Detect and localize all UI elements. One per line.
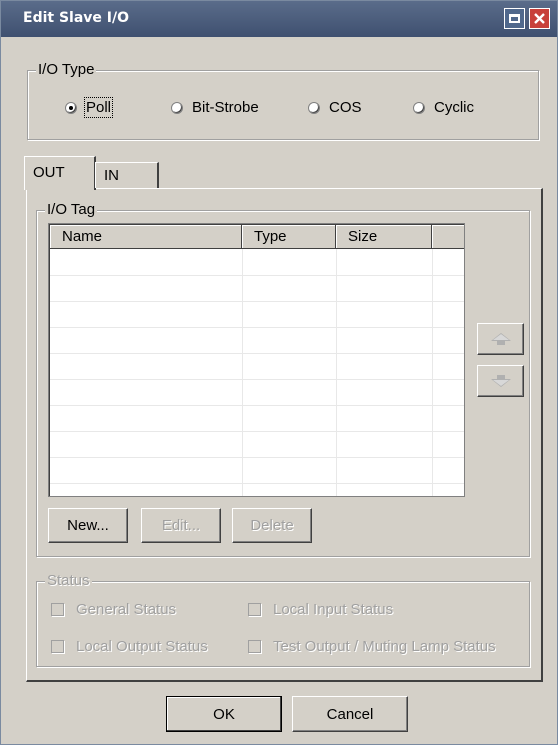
grid-line (50, 483, 464, 484)
title-bar[interactable]: Edit Slave I/O (1, 1, 557, 37)
radio-label: Bit-Strobe (192, 99, 259, 116)
radio-cos[interactable]: COS (308, 99, 362, 116)
status-legend: Status (45, 572, 92, 589)
checkbox-local-output-status[interactable]: Local Output Status (51, 638, 208, 655)
checkbox-test-output-muting-lamp-status[interactable]: Test Output / Muting Lamp Status (248, 638, 496, 655)
radio-indicator (65, 101, 77, 114)
grid-line (50, 327, 464, 328)
cancel-button[interactable]: Cancel (292, 696, 408, 732)
column-header-type[interactable]: Type (242, 225, 336, 249)
grid-line (50, 431, 464, 432)
radio-label: COS (329, 99, 362, 116)
radio-indicator (413, 101, 425, 114)
column-header-filler (432, 225, 464, 249)
edit-button[interactable]: Edit... (141, 508, 221, 543)
radio-poll[interactable]: Poll (65, 97, 114, 118)
move-down-icon (490, 375, 511, 387)
grid-line (50, 275, 464, 276)
new-button[interactable]: New... (48, 508, 128, 543)
column-header-size[interactable]: Size (336, 225, 432, 249)
new-button-label: New... (67, 517, 109, 534)
grid-line (432, 249, 433, 496)
ok-button[interactable]: OK (166, 696, 282, 732)
ok-button-label: OK (213, 705, 235, 723)
close-icon (534, 13, 545, 24)
checkbox-label: Local Output Status (76, 638, 208, 655)
column-header-name[interactable]: Name (50, 225, 242, 249)
tab-label: OUT (33, 164, 65, 181)
move-up-button[interactable] (477, 323, 524, 355)
radio-cyclic[interactable]: Cyclic (413, 99, 474, 116)
close-button[interactable] (529, 8, 550, 29)
delete-button[interactable]: Delete (232, 508, 312, 543)
move-up-icon (490, 333, 511, 345)
checkbox-label: Local Input Status (273, 601, 394, 618)
radio-indicator (171, 101, 183, 114)
checkbox-general-status[interactable]: General Status (51, 601, 176, 618)
maximize-button[interactable] (504, 8, 525, 29)
list-header: Name Type Size (50, 225, 464, 249)
io-tag-list[interactable]: Name Type Size (48, 223, 465, 497)
checkbox-indicator (51, 603, 64, 616)
checkbox-indicator (248, 640, 261, 653)
grid-line (50, 457, 464, 458)
tab-out[interactable]: OUT (24, 156, 96, 190)
radio-label: Poll (83, 97, 114, 118)
checkbox-indicator (51, 640, 64, 653)
window-title: Edit Slave I/O (23, 10, 129, 26)
tab-label: IN (104, 167, 119, 184)
cancel-button-label: Cancel (326, 705, 374, 723)
edit-slave-io-dialog: Edit Slave I/O I/O Type Poll Bit-Strobe … (0, 0, 558, 745)
checkbox-local-input-status[interactable]: Local Input Status (248, 601, 393, 618)
radio-bit-strobe[interactable]: Bit-Strobe (171, 99, 259, 116)
io-type-legend: I/O Type (36, 61, 97, 78)
grid-line (50, 301, 464, 302)
radio-label: Cyclic (434, 99, 474, 116)
checkbox-indicator (248, 603, 261, 616)
checkbox-label: General Status (76, 601, 177, 618)
grid-line (50, 405, 464, 406)
checkbox-label: Test Output / Muting Lamp Status (273, 638, 496, 655)
grid-line (336, 249, 337, 496)
grid-line (50, 379, 464, 380)
delete-button-label: Delete (250, 517, 294, 534)
edit-button-label: Edit... (161, 517, 201, 534)
grid-line (242, 249, 243, 496)
tab-in[interactable]: IN (95, 162, 159, 188)
radio-indicator (308, 101, 320, 114)
grid-line (50, 353, 464, 354)
maximize-icon (509, 14, 520, 23)
move-down-button[interactable] (477, 365, 524, 397)
io-tag-legend: I/O Tag (45, 201, 98, 218)
